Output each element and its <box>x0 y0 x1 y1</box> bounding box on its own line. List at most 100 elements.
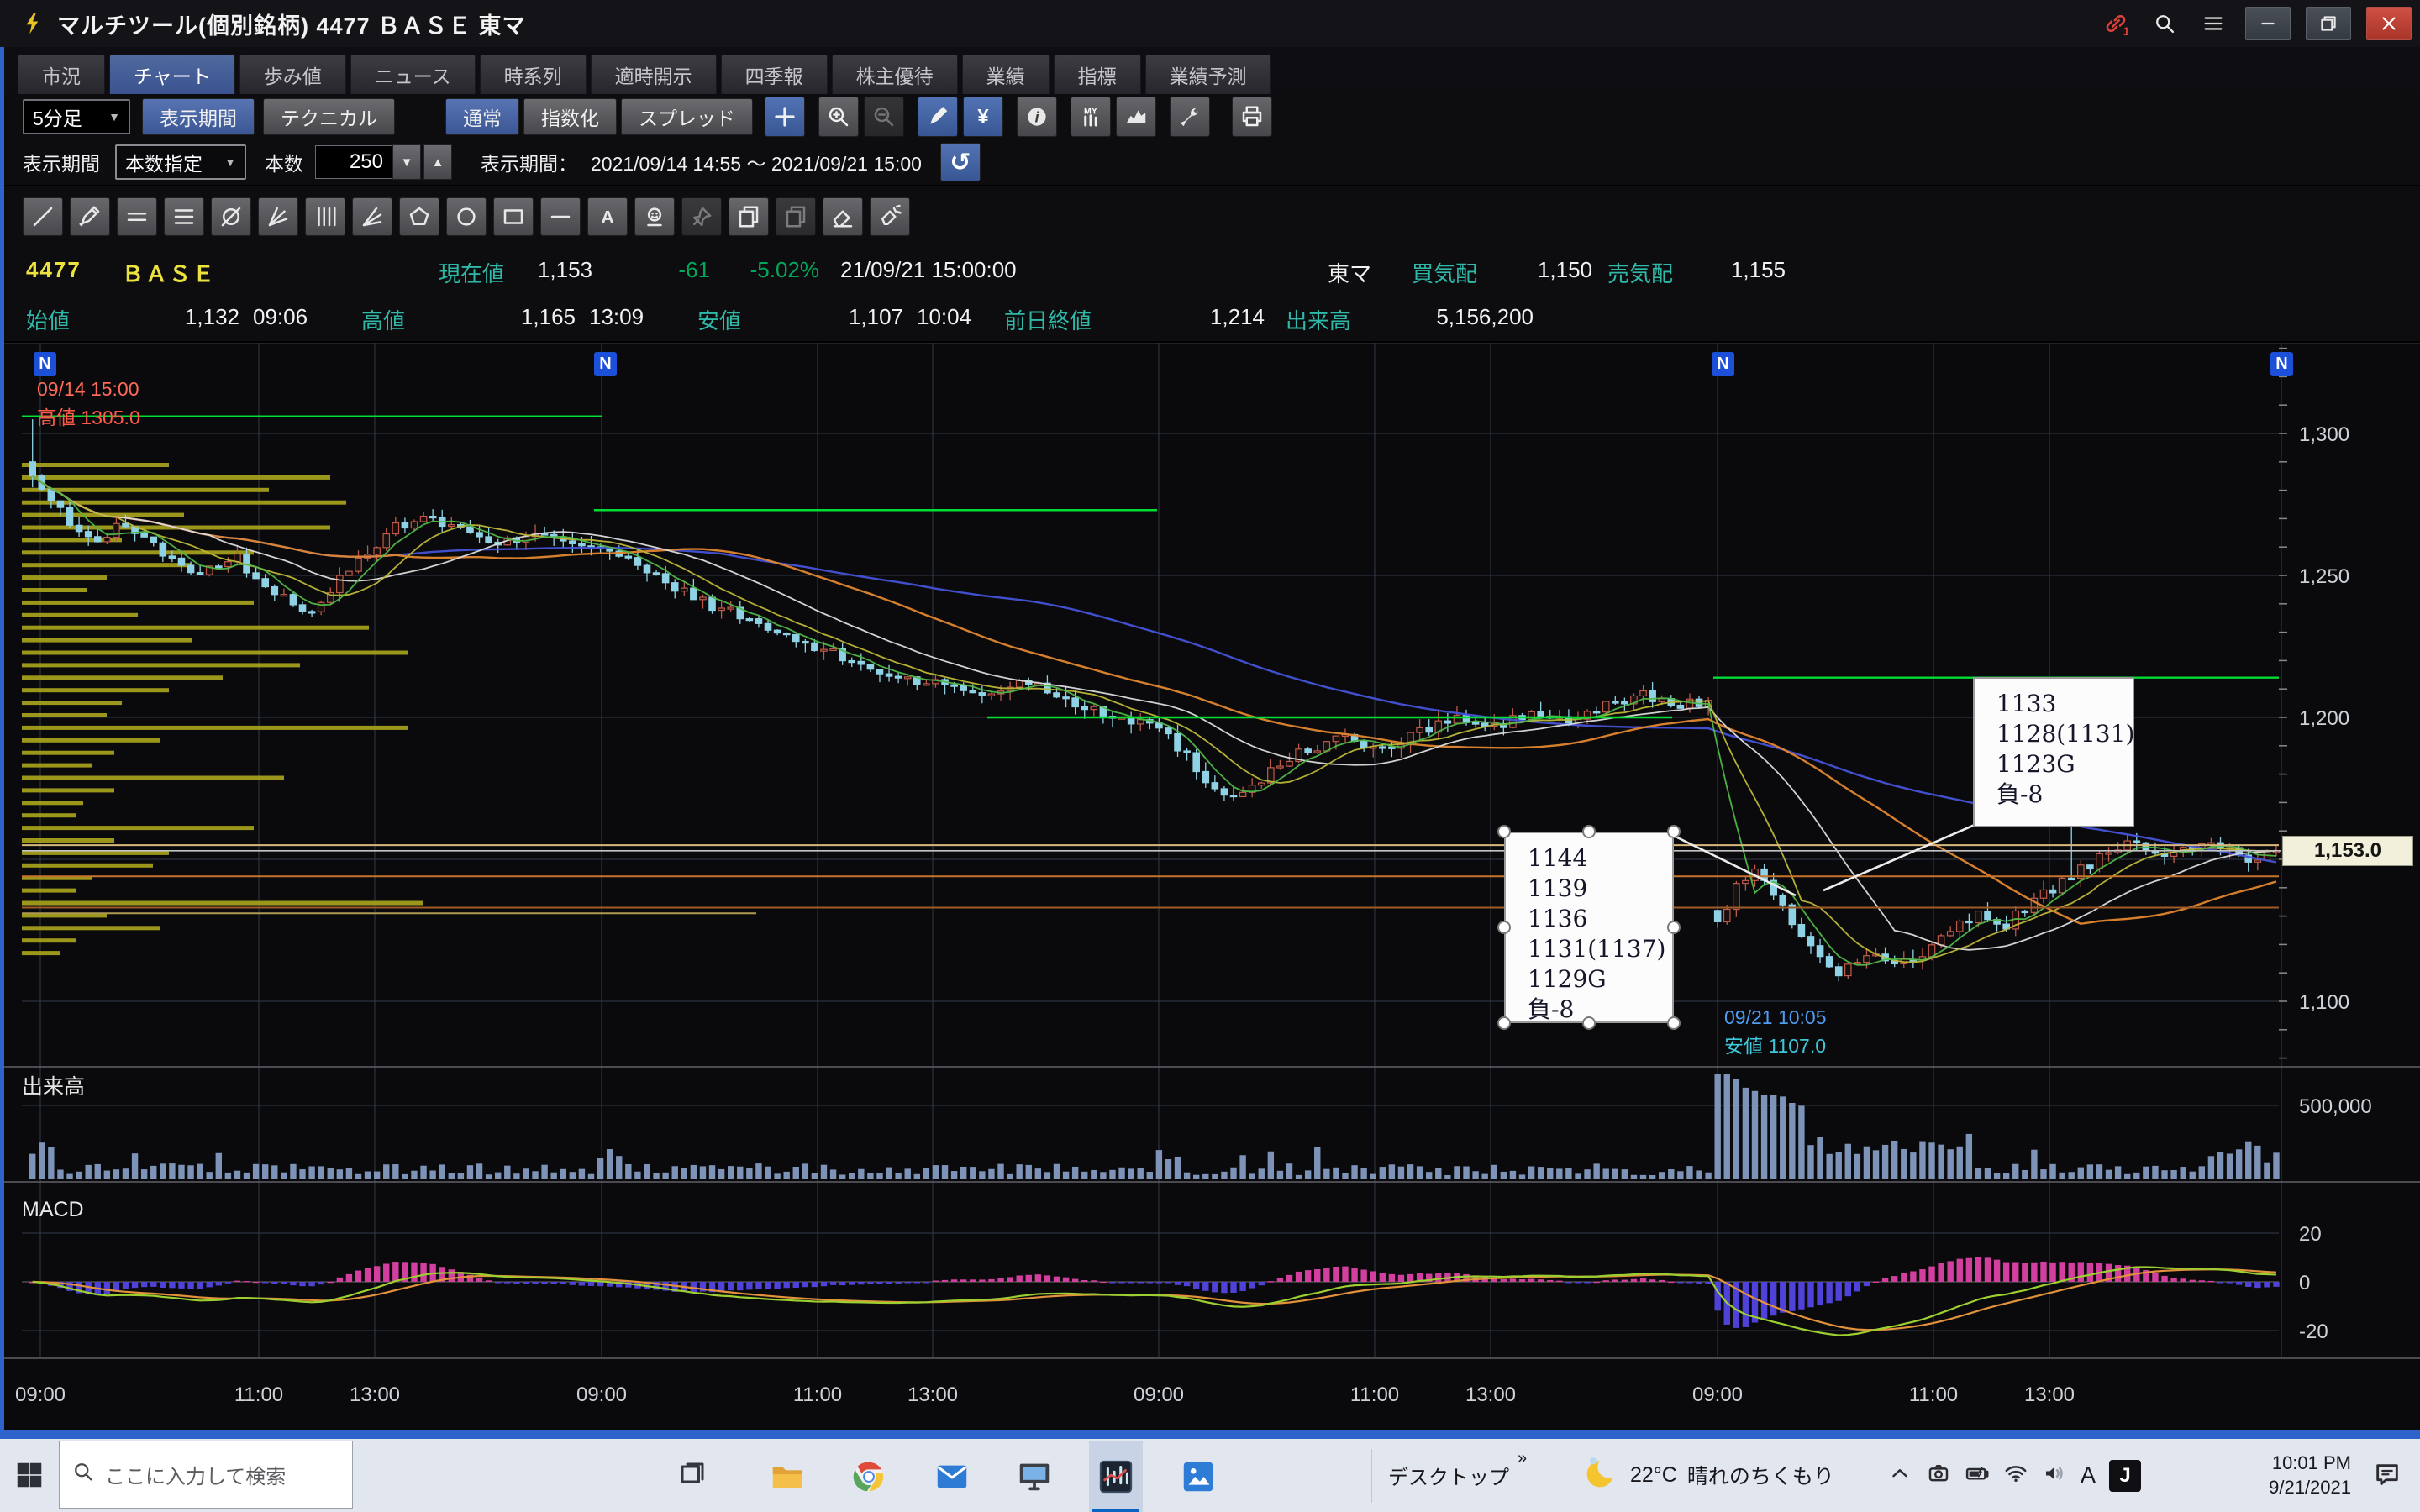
tab-time-series[interactable]: 時系列 <box>480 55 587 94</box>
marker-pen-tool[interactable] <box>70 197 110 236</box>
tab-chart[interactable]: チャート <box>109 55 235 94</box>
tab-results-forecast[interactable]: 業績予測 <box>1145 55 1271 94</box>
open-time: 09:06 <box>253 304 308 330</box>
active-app-underline <box>1092 1509 1139 1512</box>
taskbar-app-chrome[interactable] <box>842 1441 896 1512</box>
technical-button[interactable]: テクニカル <box>263 98 395 135</box>
trend-line-tool[interactable] <box>23 197 63 236</box>
bid-label: 買気配 <box>1412 257 1477 288</box>
zoom-out-icon[interactable] <box>864 97 904 137</box>
normal-button[interactable]: 通常 <box>445 98 519 135</box>
taskbar-app-chart-app[interactable] <box>1089 1441 1143 1512</box>
draw-icon[interactable] <box>918 97 958 137</box>
speed-lines-tool[interactable] <box>352 197 392 236</box>
yen-icon[interactable]: ¥ <box>963 97 1003 137</box>
reset-period-button[interactable]: ↺ <box>940 143 981 181</box>
ime-language-icon[interactable]: J <box>2109 1460 2141 1492</box>
battery-icon[interactable] <box>1965 1461 1990 1490</box>
tab-shikiho[interactable]: 四季報 <box>721 55 828 94</box>
tab-timely-disclosure[interactable]: 適時開示 <box>591 55 717 94</box>
wifi-icon[interactable] <box>2003 1461 2028 1490</box>
ime-mode-icon[interactable]: A <box>2081 1462 2096 1488</box>
settings-icon[interactable] <box>1170 97 1210 137</box>
clear-all-tool[interactable] <box>870 197 910 236</box>
camera-icon[interactable] <box>1926 1461 1951 1490</box>
count-increment-button[interactable]: ▲ <box>424 144 452 180</box>
chevron-up-icon[interactable] <box>1887 1461 1912 1490</box>
start-button[interactable] <box>13 1459 45 1495</box>
close-button[interactable] <box>2366 7 2412 40</box>
horizontal-line-tool[interactable] <box>540 197 581 236</box>
eraser-tool[interactable] <box>823 197 863 236</box>
link-icon[interactable]: 1 <box>2099 7 2133 40</box>
indexed-button[interactable]: 指数化 <box>523 98 617 135</box>
fib-arc-tool[interactable] <box>211 197 251 236</box>
selection-handle[interactable] <box>1497 921 1511 934</box>
svg-text:500,000: 500,000 <box>2299 1095 2372 1118</box>
selection-handle[interactable] <box>1582 1016 1596 1030</box>
chart-canvas[interactable]: 1,3001,2501,2001,100500,000200-20出来高MACD… <box>0 343 2420 1430</box>
chart-area[interactable]: 1,3001,2501,2001,100500,000200-20出来高MACD… <box>0 343 2420 1430</box>
interval-select[interactable]: 5分足 ▼ <box>23 99 130 134</box>
news-marker[interactable]: N <box>34 352 56 376</box>
display-period-button[interactable]: 表示期間 <box>142 98 255 135</box>
task-view-button[interactable] <box>677 1459 708 1494</box>
paste-tool[interactable] <box>776 197 816 236</box>
area-chart-icon[interactable] <box>1116 97 1156 137</box>
vertical-lines-tool[interactable] <box>305 197 345 236</box>
selection-handle[interactable] <box>1582 825 1596 838</box>
taskbar-app-remote-desktop[interactable] <box>1007 1441 1061 1512</box>
parallel-lines-tool[interactable] <box>117 197 157 236</box>
weather-widget[interactable]: 22°C 晴れのちくもり <box>1583 1447 1834 1503</box>
crosshair-icon[interactable] <box>765 97 805 137</box>
rectangle-tool[interactable] <box>493 197 534 236</box>
selection-handle[interactable] <box>1667 1016 1681 1030</box>
pentagon-tool[interactable] <box>399 197 439 236</box>
selection-handle[interactable] <box>1667 921 1681 934</box>
volume-icon[interactable] <box>2042 1461 2067 1490</box>
tab-market[interactable]: 市況 <box>18 55 105 94</box>
ellipse-tool[interactable] <box>446 197 487 236</box>
svg-text:13:00: 13:00 <box>350 1383 400 1406</box>
menu-icon[interactable] <box>2196 7 2230 40</box>
news-marker[interactable]: N <box>1712 352 1734 376</box>
news-marker[interactable]: N <box>594 352 617 376</box>
triple-lines-tool[interactable] <box>164 197 204 236</box>
tab-indicators[interactable]: 指標 <box>1054 55 1141 94</box>
tab-shareholder-benefits[interactable]: 株主優待 <box>832 55 958 94</box>
tab-news[interactable]: ニュース <box>350 55 476 94</box>
info-icon[interactable]: i <box>1017 97 1057 137</box>
copy-tool[interactable] <box>729 197 769 236</box>
desktop-toolbar[interactable]: デスクトップ » <box>1388 1461 1527 1490</box>
taskbar-app-photos[interactable] <box>1171 1441 1225 1512</box>
text-tool[interactable]: A <box>587 197 628 236</box>
low-label: 安値 <box>697 304 741 335</box>
tab-tick[interactable]: 歩み値 <box>239 55 346 94</box>
selection-handle[interactable] <box>1497 1016 1511 1030</box>
taskbar-app-mail[interactable] <box>925 1441 979 1512</box>
minimize-button[interactable] <box>2245 7 2291 40</box>
pin-tool[interactable] <box>681 197 722 236</box>
print-icon[interactable] <box>1232 97 1272 137</box>
selection-handle[interactable] <box>1667 825 1681 838</box>
spread-button[interactable]: スプレッド <box>621 98 753 135</box>
chevron-right-icon[interactable]: » <box>1518 1449 1527 1490</box>
zoom-in-icon[interactable] <box>818 97 859 137</box>
period-mode-select[interactable]: 本数指定 ▼ <box>115 144 246 180</box>
selection-handle[interactable] <box>1497 825 1511 838</box>
tab-results[interactable]: 業績 <box>962 55 1050 94</box>
price-note-box[interactable]: 11331128(1131)1123G負-8 <box>1973 677 2134 827</box>
taskbar-search[interactable]: ここに入力して検索 <box>59 1441 353 1509</box>
icon-stamp-tool[interactable] <box>634 197 675 236</box>
news-marker[interactable]: N <box>2270 352 2293 376</box>
maximize-button[interactable] <box>2306 7 2351 40</box>
bar-count-input[interactable]: 250 <box>315 145 392 179</box>
price-note-box[interactable]: 1144113911361131(1137)1129G負-8 <box>1504 832 1674 1023</box>
search-icon[interactable] <box>2148 7 2181 40</box>
taskbar-clock[interactable]: 10:01 PM 9/21/2021 <box>2195 1451 2351 1499</box>
notification-center-button[interactable] <box>2373 1461 2402 1494</box>
taskbar-app-file-explorer[interactable] <box>760 1441 814 1512</box>
count-decrement-button[interactable]: ▼ <box>392 144 421 180</box>
gann-fan-tool[interactable] <box>258 197 298 236</box>
my-chart-icon[interactable]: MY <box>1071 97 1111 137</box>
